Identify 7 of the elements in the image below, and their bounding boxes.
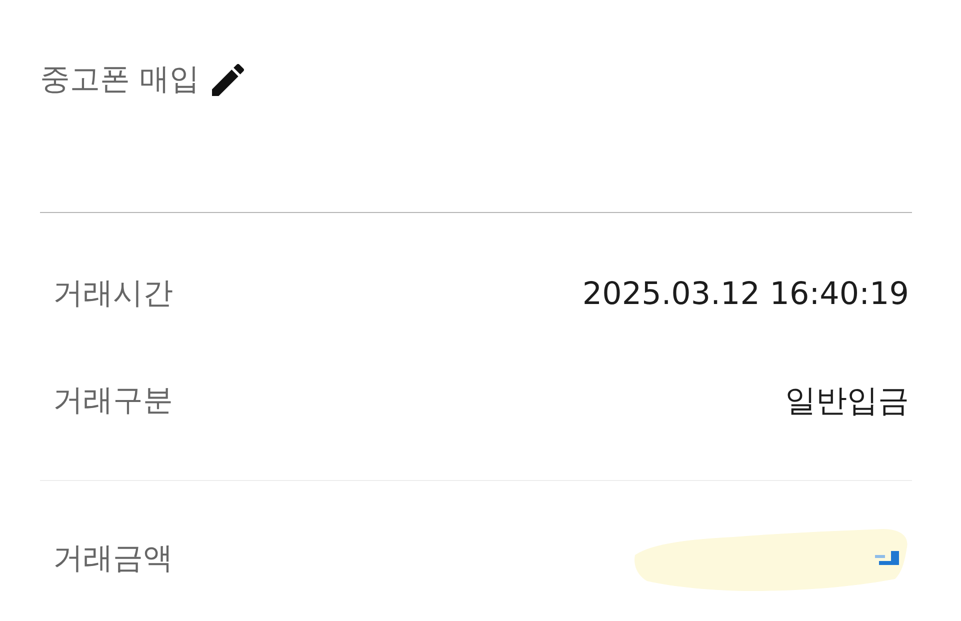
detail-value: 일반입금: [785, 382, 909, 421]
detail-label: 거래금액: [53, 540, 173, 578]
pencil-icon[interactable]: [212, 64, 244, 96]
page-title: 중고폰 매입: [40, 62, 200, 98]
detail-label: 거래시간: [53, 275, 173, 313]
detail-label: 거래구분: [53, 382, 173, 420]
detail-value: 2025.03.12 16:40:19: [582, 275, 909, 314]
